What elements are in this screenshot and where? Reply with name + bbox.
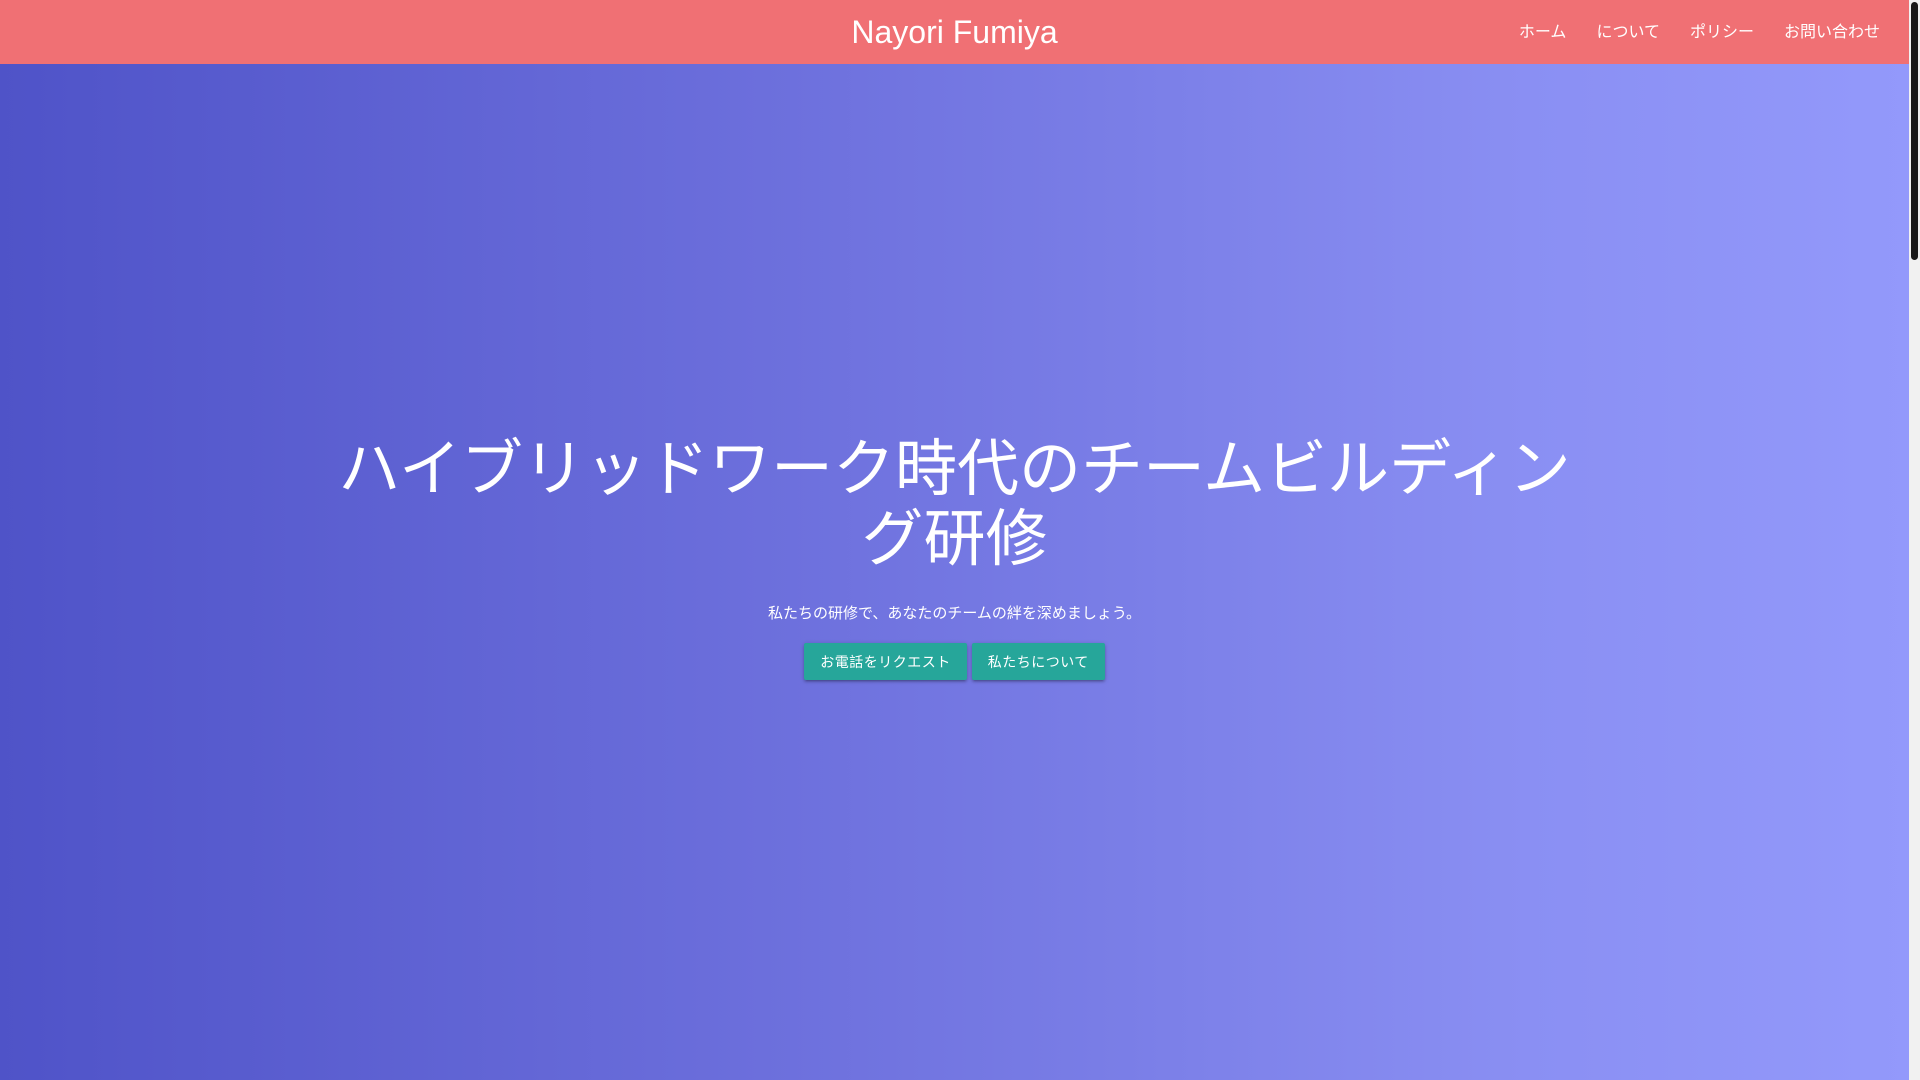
nav-home[interactable]: ホーム bbox=[1504, 0, 1582, 64]
hero-subtitle: 私たちの研修で、あなたのチームの絆を深めましょう。 bbox=[767, 604, 1142, 622]
hero-content: ハイブリッドワーク時代のチームビルディング研修 私たちの研修で、あなたのチームの… bbox=[305, 434, 1605, 680]
page-scrollbar[interactable] bbox=[1909, 0, 1920, 1080]
main-nav: ホーム について ポリシー お問い合わせ bbox=[1504, 0, 1895, 64]
scrollbar-thumb[interactable] bbox=[1911, 2, 1918, 260]
hero-section: ハイブリッドワーク時代のチームビルディング研修 私たちの研修で、あなたのチームの… bbox=[0, 64, 1909, 1080]
about-us-button[interactable]: 私たちについて bbox=[971, 643, 1105, 680]
hero-actions: お電話をリクエスト 私たちについて bbox=[804, 643, 1105, 680]
nav-contact[interactable]: お問い合わせ bbox=[1769, 0, 1895, 64]
brand-logo-text[interactable]: Nayori Fumiya bbox=[851, 14, 1057, 50]
request-call-button[interactable]: お電話をリクエスト bbox=[804, 643, 967, 680]
hero-title: ハイブリッドワーク時代のチームビルディング研修 bbox=[338, 432, 1571, 575]
nav-policy[interactable]: ポリシー bbox=[1675, 0, 1769, 64]
site-header: Nayori Fumiya ホーム について ポリシー お問い合わせ bbox=[0, 0, 1909, 64]
nav-about[interactable]: について bbox=[1581, 0, 1675, 64]
